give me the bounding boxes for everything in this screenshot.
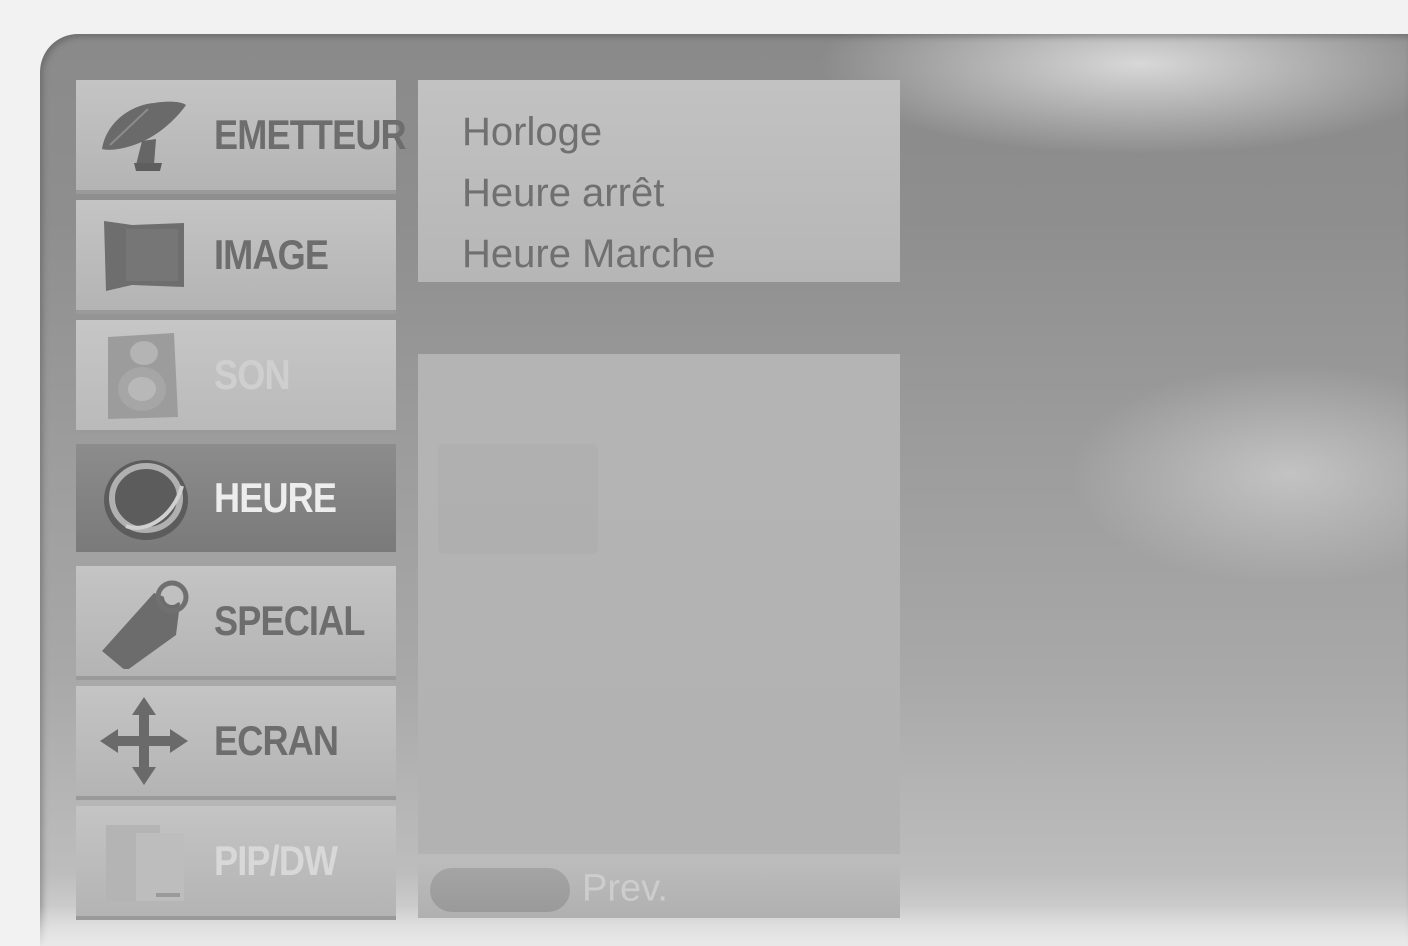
- menu-item-heure[interactable]: HEURE: [76, 444, 396, 558]
- picture-icon: [104, 221, 184, 291]
- move-arrows-icon: [100, 697, 188, 785]
- menu-item-emetteur[interactable]: EMETTEUR: [76, 80, 407, 194]
- prev-label: Prev.: [582, 867, 668, 910]
- main-menu: EMETTEUR IMAGE SON HEURE SPECIAL ECRAN P…: [76, 80, 407, 920]
- menu-item-son[interactable]: SON: [76, 320, 396, 434]
- menu-label-ecran: ECRAN: [214, 717, 339, 764]
- menu-label-son: SON: [214, 351, 291, 398]
- clock-icon: [104, 460, 188, 540]
- menu-item-special[interactable]: SPECIAL: [76, 566, 396, 680]
- info-panel: [418, 354, 900, 854]
- menu-item-pip-dw[interactable]: PIP/DW: [76, 806, 396, 920]
- prev-button-icon[interactable]: [430, 868, 570, 912]
- footer-bar: Prev.: [418, 860, 900, 918]
- menu-item-image[interactable]: IMAGE: [76, 200, 396, 314]
- menu-label-pip-dw: PIP/DW: [214, 837, 338, 884]
- satellite-dish-icon: [102, 101, 186, 171]
- menu-label-emetteur: EMETTEUR: [214, 111, 407, 158]
- submenu-panel: Horloge Heure arrêt Heure Marche: [418, 80, 900, 282]
- menu-item-ecran[interactable]: ECRAN: [76, 686, 396, 800]
- speaker-icon: [108, 333, 178, 419]
- menu-label-heure: HEURE: [214, 474, 337, 521]
- info-panel-shadow: [438, 444, 598, 554]
- menu-label-image: IMAGE: [214, 231, 329, 278]
- submenu-item-heure-arret[interactable]: Heure arrêt: [462, 171, 664, 216]
- menu-label-special: SPECIAL: [214, 597, 365, 644]
- pip-icon: [106, 825, 184, 901]
- tag-icon: [102, 580, 189, 669]
- submenu-item-heure-marche[interactable]: Heure Marche: [462, 232, 715, 277]
- submenu-item-horloge[interactable]: Horloge: [462, 110, 602, 155]
